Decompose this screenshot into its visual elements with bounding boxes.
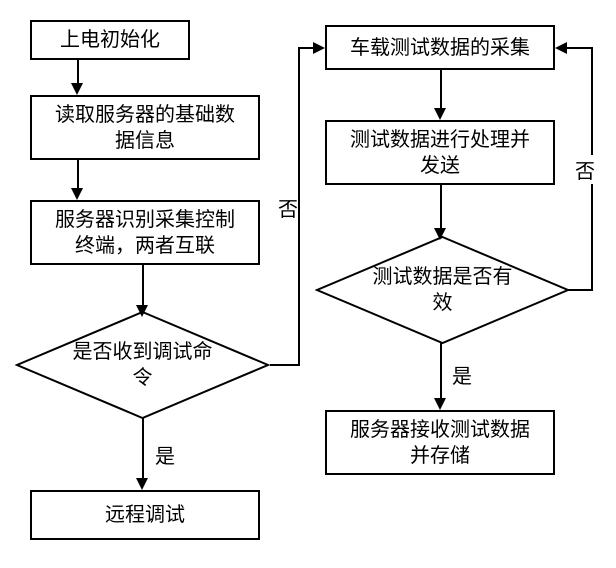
node-valid-check-text: 测试数据是否有 效	[373, 264, 513, 316]
node-collect: 车载测试数据的采集	[325, 25, 555, 70]
node-init: 上电初始化	[30, 20, 190, 60]
arrow-valid-store	[440, 343, 442, 400]
arrow-valid-no-h2	[565, 47, 593, 49]
arrow-collect-process	[440, 70, 442, 110]
arrow-debug-no-h	[270, 364, 300, 366]
arrow-init-read	[77, 60, 79, 85]
node-server-identify-text: 服务器识别采集控制 终端，两者互联	[55, 207, 235, 259]
node-process-send: 测试数据进行处理并 发送	[325, 120, 555, 185]
node-valid-check: 测试数据是否有 效	[315, 235, 570, 345]
arrow-process-valid	[440, 185, 442, 233]
node-collect-text: 车载测试数据的采集	[350, 35, 530, 61]
label-debug-yes: 是	[155, 440, 175, 469]
node-read-base: 读取服务器的基础数 据信息	[30, 95, 260, 160]
label-valid-no: 否	[575, 155, 595, 184]
arrow-read-identify-head	[71, 188, 83, 200]
arrow-debug-remote	[142, 418, 144, 480]
node-init-text: 上电初始化	[60, 27, 160, 53]
arrow-debug-no-head	[313, 42, 325, 54]
node-remote-debug: 远程调试	[30, 490, 260, 540]
arrow-process-valid-head	[434, 228, 446, 240]
arrow-debug-no-v	[298, 47, 300, 366]
node-store: 服务器接收测试数据 并存储	[325, 410, 555, 475]
node-store-text: 服务器接收测试数据 并存储	[350, 417, 530, 469]
arrow-read-identify	[77, 160, 79, 190]
node-debug-cmd: 是否收到调试命 令	[15, 310, 270, 420]
label-valid-yes: 是	[452, 360, 472, 389]
node-read-base-text: 读取服务器的基础数 据信息	[55, 102, 235, 154]
arrow-valid-store-head	[434, 398, 446, 410]
node-debug-cmd-text: 是否收到调试命 令	[73, 339, 213, 391]
arrow-valid-no-h	[568, 289, 593, 291]
node-process-send-text: 测试数据进行处理并 发送	[350, 127, 530, 179]
arrow-collect-process-head	[434, 108, 446, 120]
node-remote-debug-text: 远程调试	[105, 502, 185, 528]
arrow-init-read-head	[71, 83, 83, 95]
arrow-identify-debug-head	[136, 305, 148, 317]
arrow-valid-no-head	[555, 42, 567, 54]
label-debug-no: 否	[278, 193, 298, 222]
node-server-identify: 服务器识别采集控制 终端，两者互联	[30, 200, 260, 265]
arrow-debug-remote-head	[136, 478, 148, 490]
